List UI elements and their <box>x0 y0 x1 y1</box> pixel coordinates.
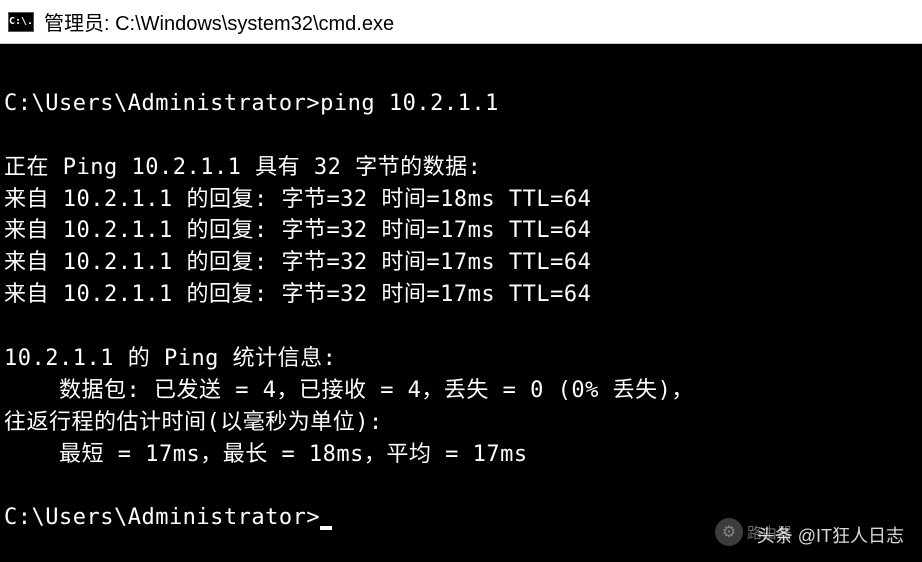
blank-line <box>4 311 918 343</box>
blank-line <box>4 471 918 503</box>
stats-header: 10.2.1.1 的 Ping 统计信息: <box>4 343 918 375</box>
watermark-primary-text: 头条 @IT狂人日志 <box>757 522 904 548</box>
reply-line: 来自 10.2.1.1 的回复: 字节=32 时间=17ms TTL=64 <box>4 279 918 311</box>
blank-line <box>4 56 918 88</box>
watermark-primary: 头条 @IT狂人日志 <box>757 522 904 548</box>
prompt-line: C:\Users\Administrator>ping 10.2.1.1 <box>4 88 918 120</box>
cursor <box>320 526 332 530</box>
window-titlebar[interactable]: C:\. 管理员: C:\Windows\system32\cmd.exe <box>0 0 922 44</box>
router-icon: ⚙ <box>715 518 743 546</box>
window-title: 管理员: C:\Windows\system32\cmd.exe <box>44 7 394 36</box>
reply-line: 来自 10.2.1.1 的回复: 字节=32 时间=17ms TTL=64 <box>4 247 918 279</box>
pinging-line: 正在 Ping 10.2.1.1 具有 32 字节的数据: <box>4 152 918 184</box>
terminal-output[interactable]: C:\Users\Administrator>ping 10.2.1.1 正在 … <box>0 44 922 546</box>
rtt-values: 最短 = 17ms，最长 = 18ms，平均 = 17ms <box>4 439 918 471</box>
cmd-icon: C:\. <box>8 12 34 32</box>
command-text: ping 10.2.1.1 <box>320 91 499 116</box>
prompt-path: C:\Users\Administrator> <box>4 91 320 116</box>
reply-line: 来自 10.2.1.1 的回复: 字节=32 时间=18ms TTL=64 <box>4 184 918 216</box>
blank-line <box>4 120 918 152</box>
stats-packets: 数据包: 已发送 = 4，已接收 = 4，丢失 = 0 (0% 丢失)， <box>4 375 918 407</box>
prompt-path: C:\Users\Administrator> <box>4 505 320 530</box>
rtt-header: 往返行程的估计时间(以毫秒为单位): <box>4 407 918 439</box>
reply-line: 来自 10.2.1.1 的回复: 字节=32 时间=17ms TTL=64 <box>4 215 918 247</box>
